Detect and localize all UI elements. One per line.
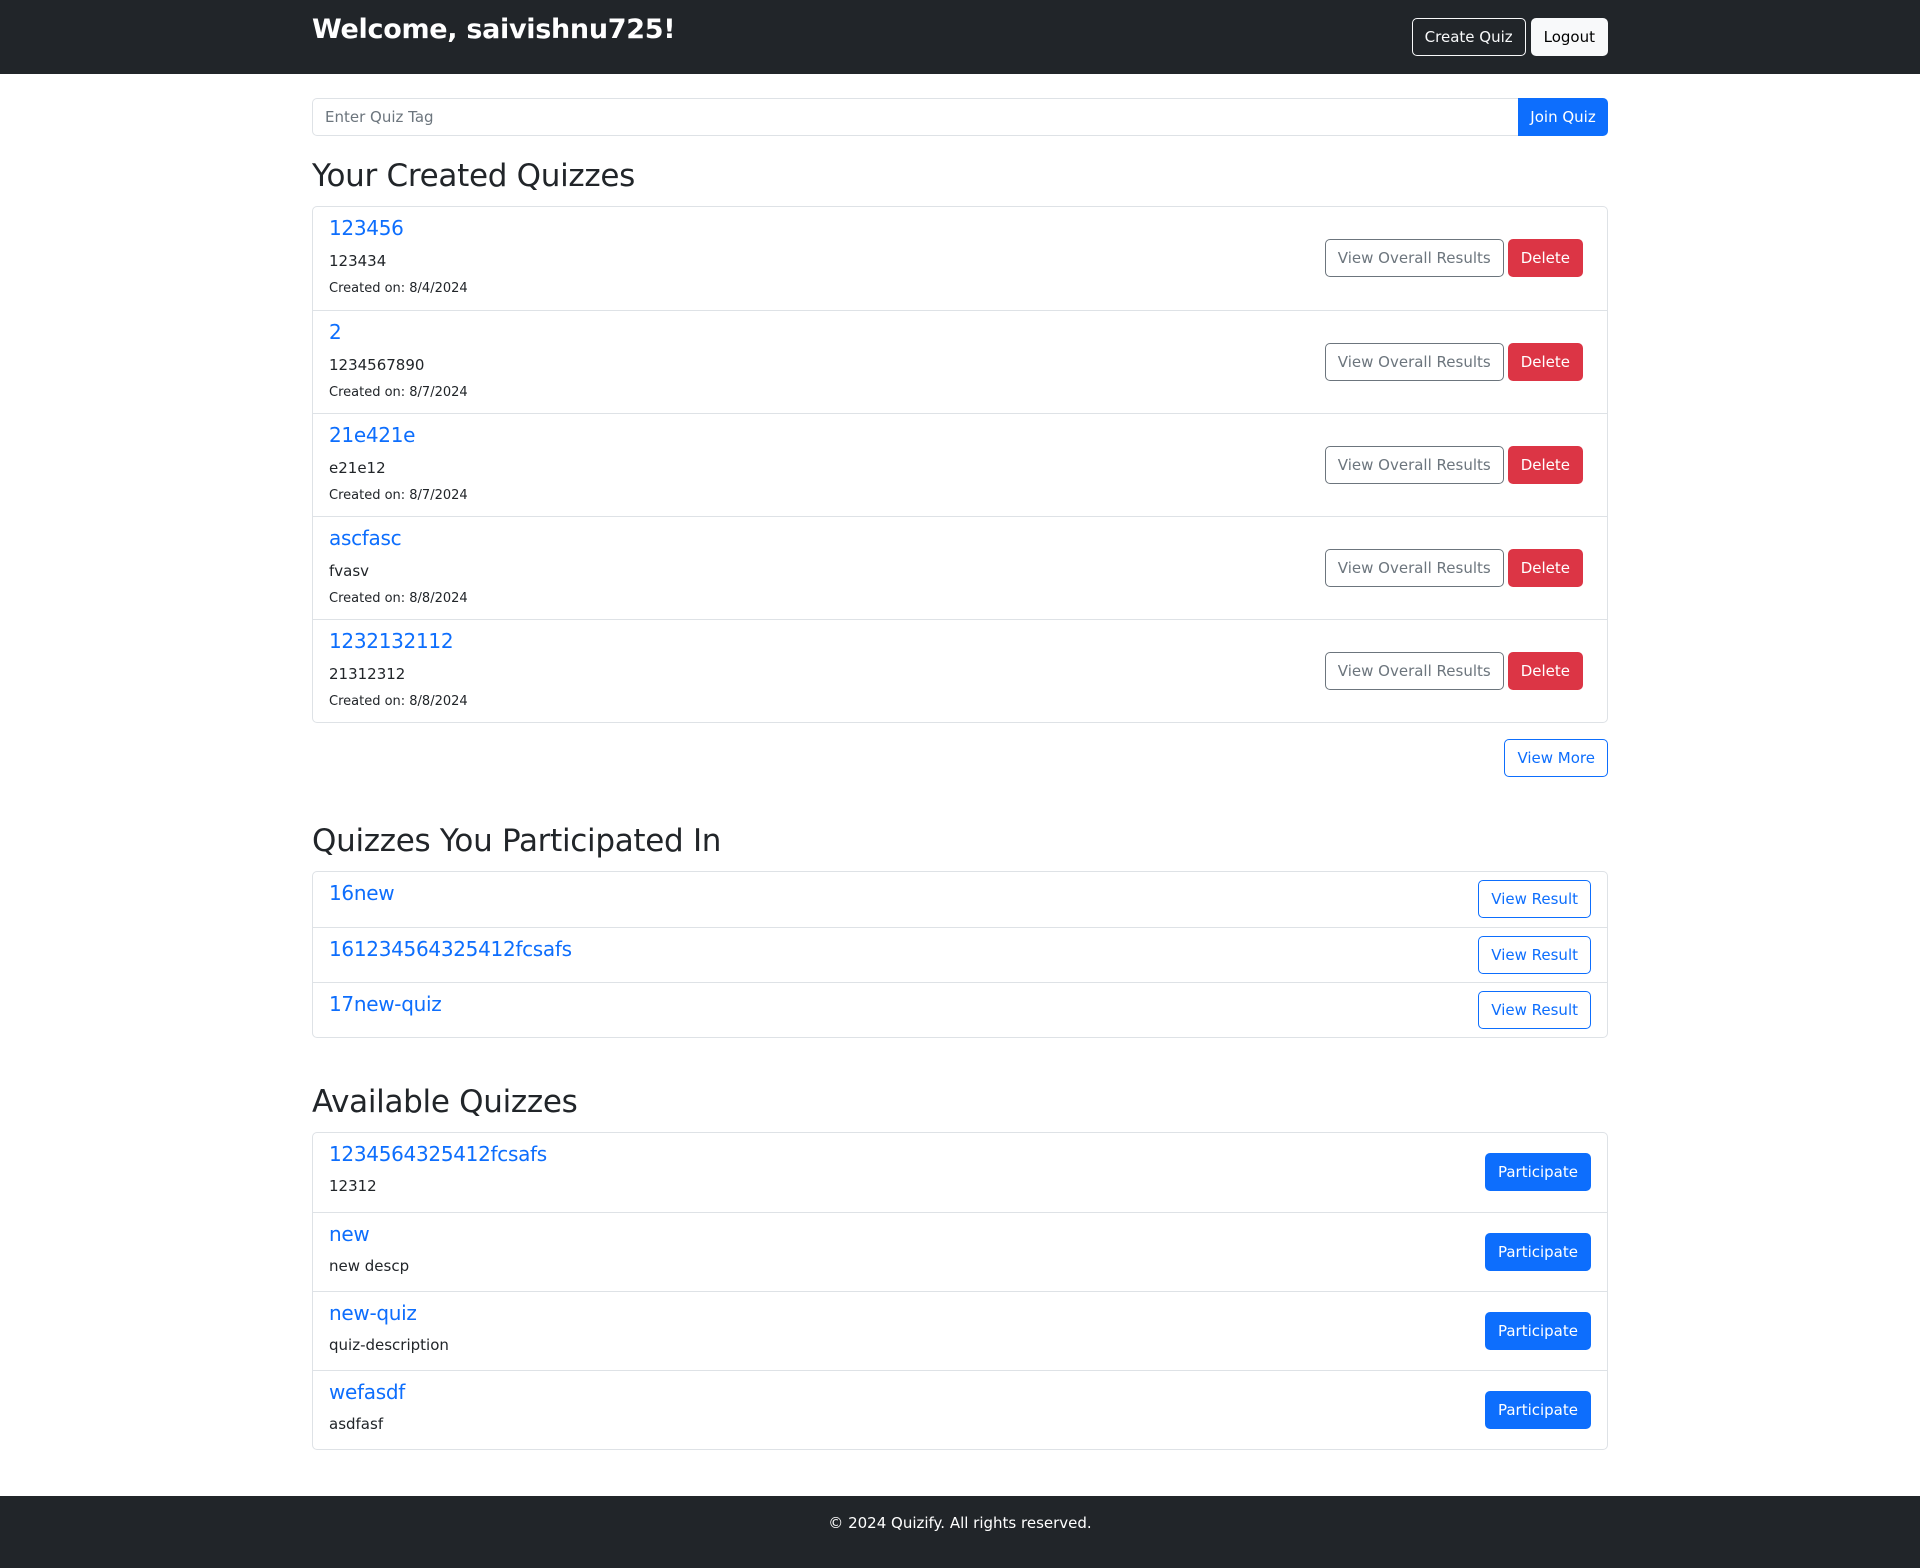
available-quiz-item: new new descp Participate (313, 1212, 1607, 1291)
quiz-title-link[interactable]: ascfasc (329, 526, 402, 550)
created-quiz-item: 2 1234567890 Created on: 8/7/2024 View O… (313, 310, 1607, 413)
participated-quizzes-heading: Quizzes You Participated In (312, 823, 722, 859)
quiz-actions: Participate (1484, 1312, 1591, 1350)
available-quizzes-list: 1234564325412fcsafs 12312 Participate ne… (312, 1132, 1608, 1450)
quiz-created-date: Created on: 8/7/2024 (329, 488, 468, 503)
created-quiz-item: 21e421e e21e12 Created on: 8/7/2024 View… (313, 413, 1607, 516)
quiz-description: 1234567890 (329, 356, 425, 374)
quiz-title-link[interactable]: 123456 (329, 216, 404, 240)
quiz-actions: View Overall Results Delete (1324, 239, 1583, 277)
quiz-title-link[interactable]: 1232132112 (329, 629, 454, 653)
quiz-description: asdfasf (329, 1415, 384, 1433)
participate-button[interactable]: Participate (1484, 1233, 1591, 1271)
create-quiz-button[interactable]: Create Quiz (1411, 18, 1526, 56)
quiz-title-link[interactable]: 161234564325412fcsafs (329, 937, 572, 961)
view-result-button[interactable]: View Result (1478, 936, 1591, 974)
delete-button[interactable]: Delete (1507, 343, 1583, 381)
join-quiz-button[interactable]: Join Quiz (1518, 98, 1608, 136)
created-quizzes-heading: Your Created Quizzes (312, 158, 635, 194)
available-quiz-item: wefasdf asdfasf Participate (313, 1370, 1607, 1449)
quiz-actions: Participate (1484, 1153, 1591, 1191)
quiz-actions: View Result (1478, 991, 1591, 1029)
quiz-actions: View Result (1478, 936, 1591, 974)
quiz-actions: View Result (1478, 880, 1591, 918)
quiz-actions: Participate (1484, 1233, 1591, 1271)
view-overall-results-button[interactable]: View Overall Results (1324, 652, 1504, 690)
delete-button[interactable]: Delete (1507, 239, 1583, 277)
view-overall-results-button[interactable]: View Overall Results (1324, 446, 1504, 484)
view-result-button[interactable]: View Result (1478, 880, 1591, 918)
quiz-title-link[interactable]: 16new (329, 881, 395, 905)
created-quiz-item: ascfasc fvasv Created on: 8/8/2024 View … (313, 516, 1607, 619)
quiz-title-link[interactable]: wefasdf (329, 1380, 405, 1404)
participated-quiz-item: 16new View Result (313, 872, 1607, 927)
quiz-description: new descp (329, 1257, 410, 1275)
navbar-actions: Create Quiz Logout (1411, 18, 1608, 56)
view-overall-results-button[interactable]: View Overall Results (1324, 343, 1504, 381)
quiz-title-link[interactable]: 2 (329, 320, 342, 344)
available-quiz-item: 1234564325412fcsafs 12312 Participate (313, 1133, 1607, 1212)
quiz-title-link[interactable]: new (329, 1222, 370, 1246)
quiz-actions: View Overall Results Delete (1324, 343, 1583, 381)
quiz-title-link[interactable]: 17new-quiz (329, 992, 442, 1016)
quiz-tag-input[interactable] (312, 98, 1518, 136)
quiz-actions: View Overall Results Delete (1324, 652, 1583, 690)
delete-button[interactable]: Delete (1507, 652, 1583, 690)
available-quiz-item: new-quiz quiz-description Participate (313, 1291, 1607, 1370)
participate-button[interactable]: Participate (1484, 1312, 1591, 1350)
participated-quizzes-list: 16new View Result 161234564325412fcsafs … (312, 871, 1608, 1038)
delete-button[interactable]: Delete (1507, 446, 1583, 484)
quiz-actions: Participate (1484, 1391, 1591, 1429)
footer: © 2024 Quizify. All rights reserved. (0, 1496, 1920, 1568)
quiz-created-date: Created on: 8/8/2024 (329, 591, 468, 606)
created-quizzes-list: 123456 123434 Created on: 8/4/2024 View … (312, 206, 1608, 723)
view-more-button[interactable]: View More (1504, 739, 1608, 777)
delete-button[interactable]: Delete (1507, 549, 1583, 587)
view-overall-results-button[interactable]: View Overall Results (1324, 239, 1504, 277)
quiz-title-link[interactable]: 1234564325412fcsafs (329, 1142, 547, 1166)
participated-quiz-item: 17new-quiz View Result (313, 982, 1607, 1037)
welcome-heading: Welcome, saivishnu725! (312, 14, 676, 45)
view-overall-results-button[interactable]: View Overall Results (1324, 549, 1504, 587)
view-result-button[interactable]: View Result (1478, 991, 1591, 1029)
quiz-actions: View Overall Results Delete (1324, 549, 1583, 587)
join-quiz-form: Join Quiz (312, 98, 1608, 136)
created-quiz-item: 1232132112 21312312 Created on: 8/8/2024… (313, 619, 1607, 722)
created-quiz-item: 123456 123434 Created on: 8/4/2024 View … (313, 207, 1607, 310)
participate-button[interactable]: Participate (1484, 1391, 1591, 1429)
quiz-description: quiz-description (329, 1336, 449, 1354)
quiz-actions: View Overall Results Delete (1324, 446, 1583, 484)
quiz-title-link[interactable]: 21e421e (329, 423, 415, 447)
logout-button[interactable]: Logout (1530, 18, 1608, 56)
quiz-description: 21312312 (329, 665, 406, 683)
quiz-description: 12312 (329, 1177, 377, 1195)
navbar: Welcome, saivishnu725! Create Quiz Logou… (0, 0, 1920, 74)
quiz-description: e21e12 (329, 459, 386, 477)
participated-quiz-item: 161234564325412fcsafs View Result (313, 927, 1607, 982)
quiz-title-link[interactable]: new-quiz (329, 1301, 417, 1325)
participate-button[interactable]: Participate (1484, 1153, 1591, 1191)
footer-copyright: © 2024 Quizify. All rights reserved. (828, 1514, 1092, 1532)
available-quizzes-heading: Available Quizzes (312, 1084, 578, 1120)
quiz-created-date: Created on: 8/8/2024 (329, 694, 468, 709)
quiz-description: 123434 (329, 252, 387, 270)
quiz-created-date: Created on: 8/7/2024 (329, 385, 468, 400)
quiz-created-date: Created on: 8/4/2024 (329, 281, 468, 296)
quiz-description: fvasv (329, 562, 370, 580)
